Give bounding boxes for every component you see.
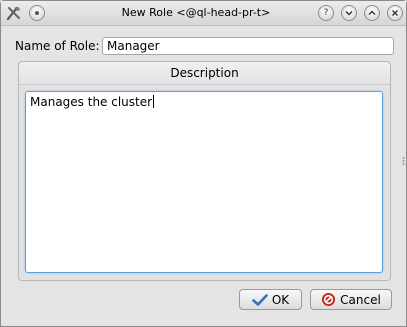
ok-label: OK [271, 292, 290, 307]
chevron-down-icon [345, 11, 353, 16]
role-name-input[interactable]: Manager [102, 37, 394, 55]
chevron-up-icon [368, 10, 376, 15]
checkmark-icon [252, 293, 268, 306]
description-header: Description [19, 62, 390, 85]
maximize-button[interactable] [364, 5, 380, 21]
window-menu-icon[interactable] [29, 5, 45, 21]
resize-grip-icon[interactable] [402, 156, 405, 166]
description-title: Description [170, 66, 239, 80]
description-textarea[interactable]: Manages the cluster [25, 91, 383, 273]
dialog-window: New Role <@ql-head-pr-t> ? Name of Role:… [0, 0, 407, 327]
role-name-label: Name of Role: [15, 39, 100, 53]
window-title: New Role <@ql-head-pr-t> [121, 6, 271, 19]
close-button[interactable] [387, 5, 403, 21]
cancel-button[interactable]: Cancel [310, 289, 392, 310]
minimize-button[interactable] [341, 5, 357, 21]
tools-icon[interactable] [5, 4, 23, 22]
ok-button[interactable]: OK [239, 289, 302, 310]
close-icon [392, 10, 398, 16]
title-bar[interactable]: New Role <@ql-head-pr-t> ? [1, 1, 406, 26]
description-group: Description Manages the cluster [18, 61, 391, 281]
text-caret [153, 95, 155, 108]
cancel-icon [322, 293, 336, 306]
description-text: Manages the cluster [30, 95, 153, 109]
cancel-label: Cancel [340, 292, 381, 307]
help-button[interactable]: ? [318, 5, 334, 21]
